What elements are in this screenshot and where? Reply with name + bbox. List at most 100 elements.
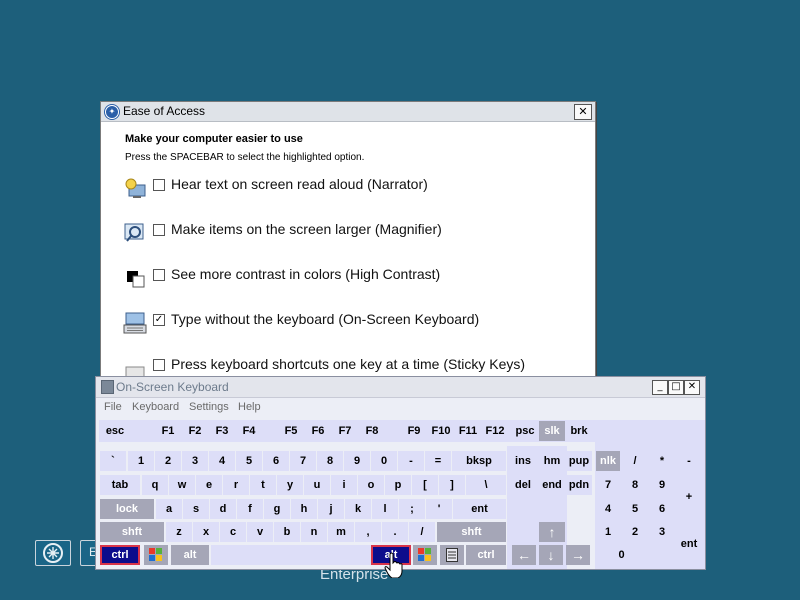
key-o[interactable]: o	[358, 475, 384, 495]
key-numpad-multiply[interactable]: *	[650, 451, 674, 471]
key-esc[interactable]: esc	[100, 421, 130, 441]
maximize-button[interactable]: □	[668, 380, 684, 395]
key-right-bracket[interactable]: ]	[439, 475, 465, 495]
key-numpad-divide[interactable]: /	[623, 451, 647, 471]
menu-keyboard[interactable]: Keyboard	[132, 401, 179, 413]
key-slash[interactable]: /	[409, 522, 435, 542]
key-numpad-2[interactable]: 2	[623, 522, 647, 542]
ease-of-access-titlebar[interactable]: ✦ Ease of Access ✕	[101, 102, 595, 122]
key-left-bracket[interactable]: [	[412, 475, 438, 495]
key-home[interactable]: hm	[539, 451, 565, 471]
key-w[interactable]: w	[169, 475, 195, 495]
key-f1[interactable]: F1	[155, 421, 181, 441]
key-left-windows[interactable]	[144, 545, 168, 565]
key-numpad-enter[interactable]: ent	[677, 522, 701, 566]
key-period[interactable]: .	[382, 522, 408, 542]
key-j[interactable]: j	[318, 499, 344, 519]
key-arrow-right[interactable]: →	[566, 545, 590, 565]
key-r[interactable]: r	[223, 475, 249, 495]
key-insert[interactable]: ins	[510, 451, 536, 471]
magnifier-checkbox[interactable]	[153, 224, 165, 236]
key-left-shift[interactable]: shft	[100, 522, 164, 542]
key-quote[interactable]: '	[426, 499, 452, 519]
key-tab[interactable]: tab	[100, 475, 140, 495]
key-f12[interactable]: F12	[482, 421, 508, 441]
osk-titlebar[interactable]: On-Screen Keyboard _ □ ✕	[96, 377, 705, 398]
key-m[interactable]: m	[328, 522, 354, 542]
key-u[interactable]: u	[304, 475, 330, 495]
key-num-lock[interactable]: nlk	[596, 451, 620, 471]
key-backslash[interactable]: \	[466, 475, 506, 495]
option-narrator[interactable]: Hear text on screen read aloud (Narrator…	[123, 173, 583, 201]
key-f6[interactable]: F6	[305, 421, 331, 441]
key-6[interactable]: 6	[263, 451, 289, 471]
key-numpad-add[interactable]: +	[677, 475, 701, 520]
key-1[interactable]: 1	[128, 451, 154, 471]
key-left-ctrl[interactable]: ctrl	[100, 545, 140, 565]
key-f7[interactable]: F7	[332, 421, 358, 441]
key-end[interactable]: end	[539, 475, 565, 495]
key-page-up[interactable]: pup	[566, 451, 592, 471]
key-0[interactable]: 0	[371, 451, 397, 471]
key-a[interactable]: a	[156, 499, 182, 519]
key-numpad-5[interactable]: 5	[623, 499, 647, 519]
key-numpad-1[interactable]: 1	[596, 522, 620, 542]
key-numpad-4[interactable]: 4	[596, 499, 620, 519]
key-semicolon[interactable]: ;	[399, 499, 425, 519]
menu-settings[interactable]: Settings	[189, 401, 229, 413]
key-numpad-3[interactable]: 3	[650, 522, 674, 542]
key-x[interactable]: x	[193, 522, 219, 542]
key-4[interactable]: 4	[209, 451, 235, 471]
key-numpad-7[interactable]: 7	[596, 475, 620, 495]
key-c[interactable]: c	[220, 522, 246, 542]
key-numpad-6[interactable]: 6	[650, 499, 674, 519]
key-arrow-up[interactable]: ↑	[539, 522, 565, 542]
key-brk[interactable]: brk	[566, 421, 592, 441]
key-right-windows[interactable]	[413, 545, 437, 565]
key-arrow-down[interactable]: ↓	[539, 545, 563, 565]
key-f10[interactable]: F10	[428, 421, 454, 441]
key-7[interactable]: 7	[290, 451, 316, 471]
option-on-screen-keyboard[interactable]: ✓ Type without the keyboard (On-Screen K…	[123, 308, 583, 336]
key-space[interactable]	[211, 545, 371, 565]
key-f9[interactable]: F9	[401, 421, 427, 441]
key-i[interactable]: i	[331, 475, 357, 495]
key-numpad-0[interactable]: 0	[596, 545, 647, 565]
key-caps-lock[interactable]: lock	[100, 499, 154, 519]
key-right-ctrl[interactable]: ctrl	[466, 545, 506, 565]
option-magnifier[interactable]: Make items on the screen larger (Magnifi…	[123, 218, 583, 246]
key-f2[interactable]: F2	[182, 421, 208, 441]
key-3[interactable]: 3	[182, 451, 208, 471]
close-button[interactable]: ✕	[684, 380, 700, 395]
key-k[interactable]: k	[345, 499, 371, 519]
option-high-contrast[interactable]: See more contrast in colors (High Contra…	[123, 263, 583, 291]
key-slk[interactable]: slk	[539, 421, 565, 441]
key-menu[interactable]	[440, 545, 464, 565]
key-h[interactable]: h	[291, 499, 317, 519]
key-f[interactable]: f	[237, 499, 263, 519]
close-button[interactable]: ✕	[574, 104, 592, 120]
key-5[interactable]: 5	[236, 451, 262, 471]
key-8[interactable]: 8	[317, 451, 343, 471]
key-f5[interactable]: F5	[278, 421, 304, 441]
key-l[interactable]: l	[372, 499, 398, 519]
key-f3[interactable]: F3	[209, 421, 235, 441]
key-backspace[interactable]: bksp	[452, 451, 506, 471]
key-t[interactable]: t	[250, 475, 276, 495]
key-psc[interactable]: psc	[512, 421, 538, 441]
ease-of-access-taskbar-button[interactable]	[35, 540, 71, 566]
menu-file[interactable]: File	[104, 401, 122, 413]
key-f8[interactable]: F8	[359, 421, 385, 441]
key-delete[interactable]: del	[510, 475, 536, 495]
key-p[interactable]: p	[385, 475, 411, 495]
key-numpad-subtract[interactable]: -	[677, 451, 701, 471]
key-s[interactable]: s	[183, 499, 209, 519]
key-enter[interactable]: ent	[453, 499, 506, 519]
key-f11[interactable]: F11	[455, 421, 481, 441]
high-contrast-checkbox[interactable]	[153, 269, 165, 281]
minimize-button[interactable]: _	[652, 380, 668, 395]
key-arrow-left[interactable]: ←	[512, 545, 536, 565]
key-2[interactable]: 2	[155, 451, 181, 471]
key-right-shift[interactable]: shft	[437, 522, 506, 542]
key-grave[interactable]: `	[100, 451, 126, 471]
